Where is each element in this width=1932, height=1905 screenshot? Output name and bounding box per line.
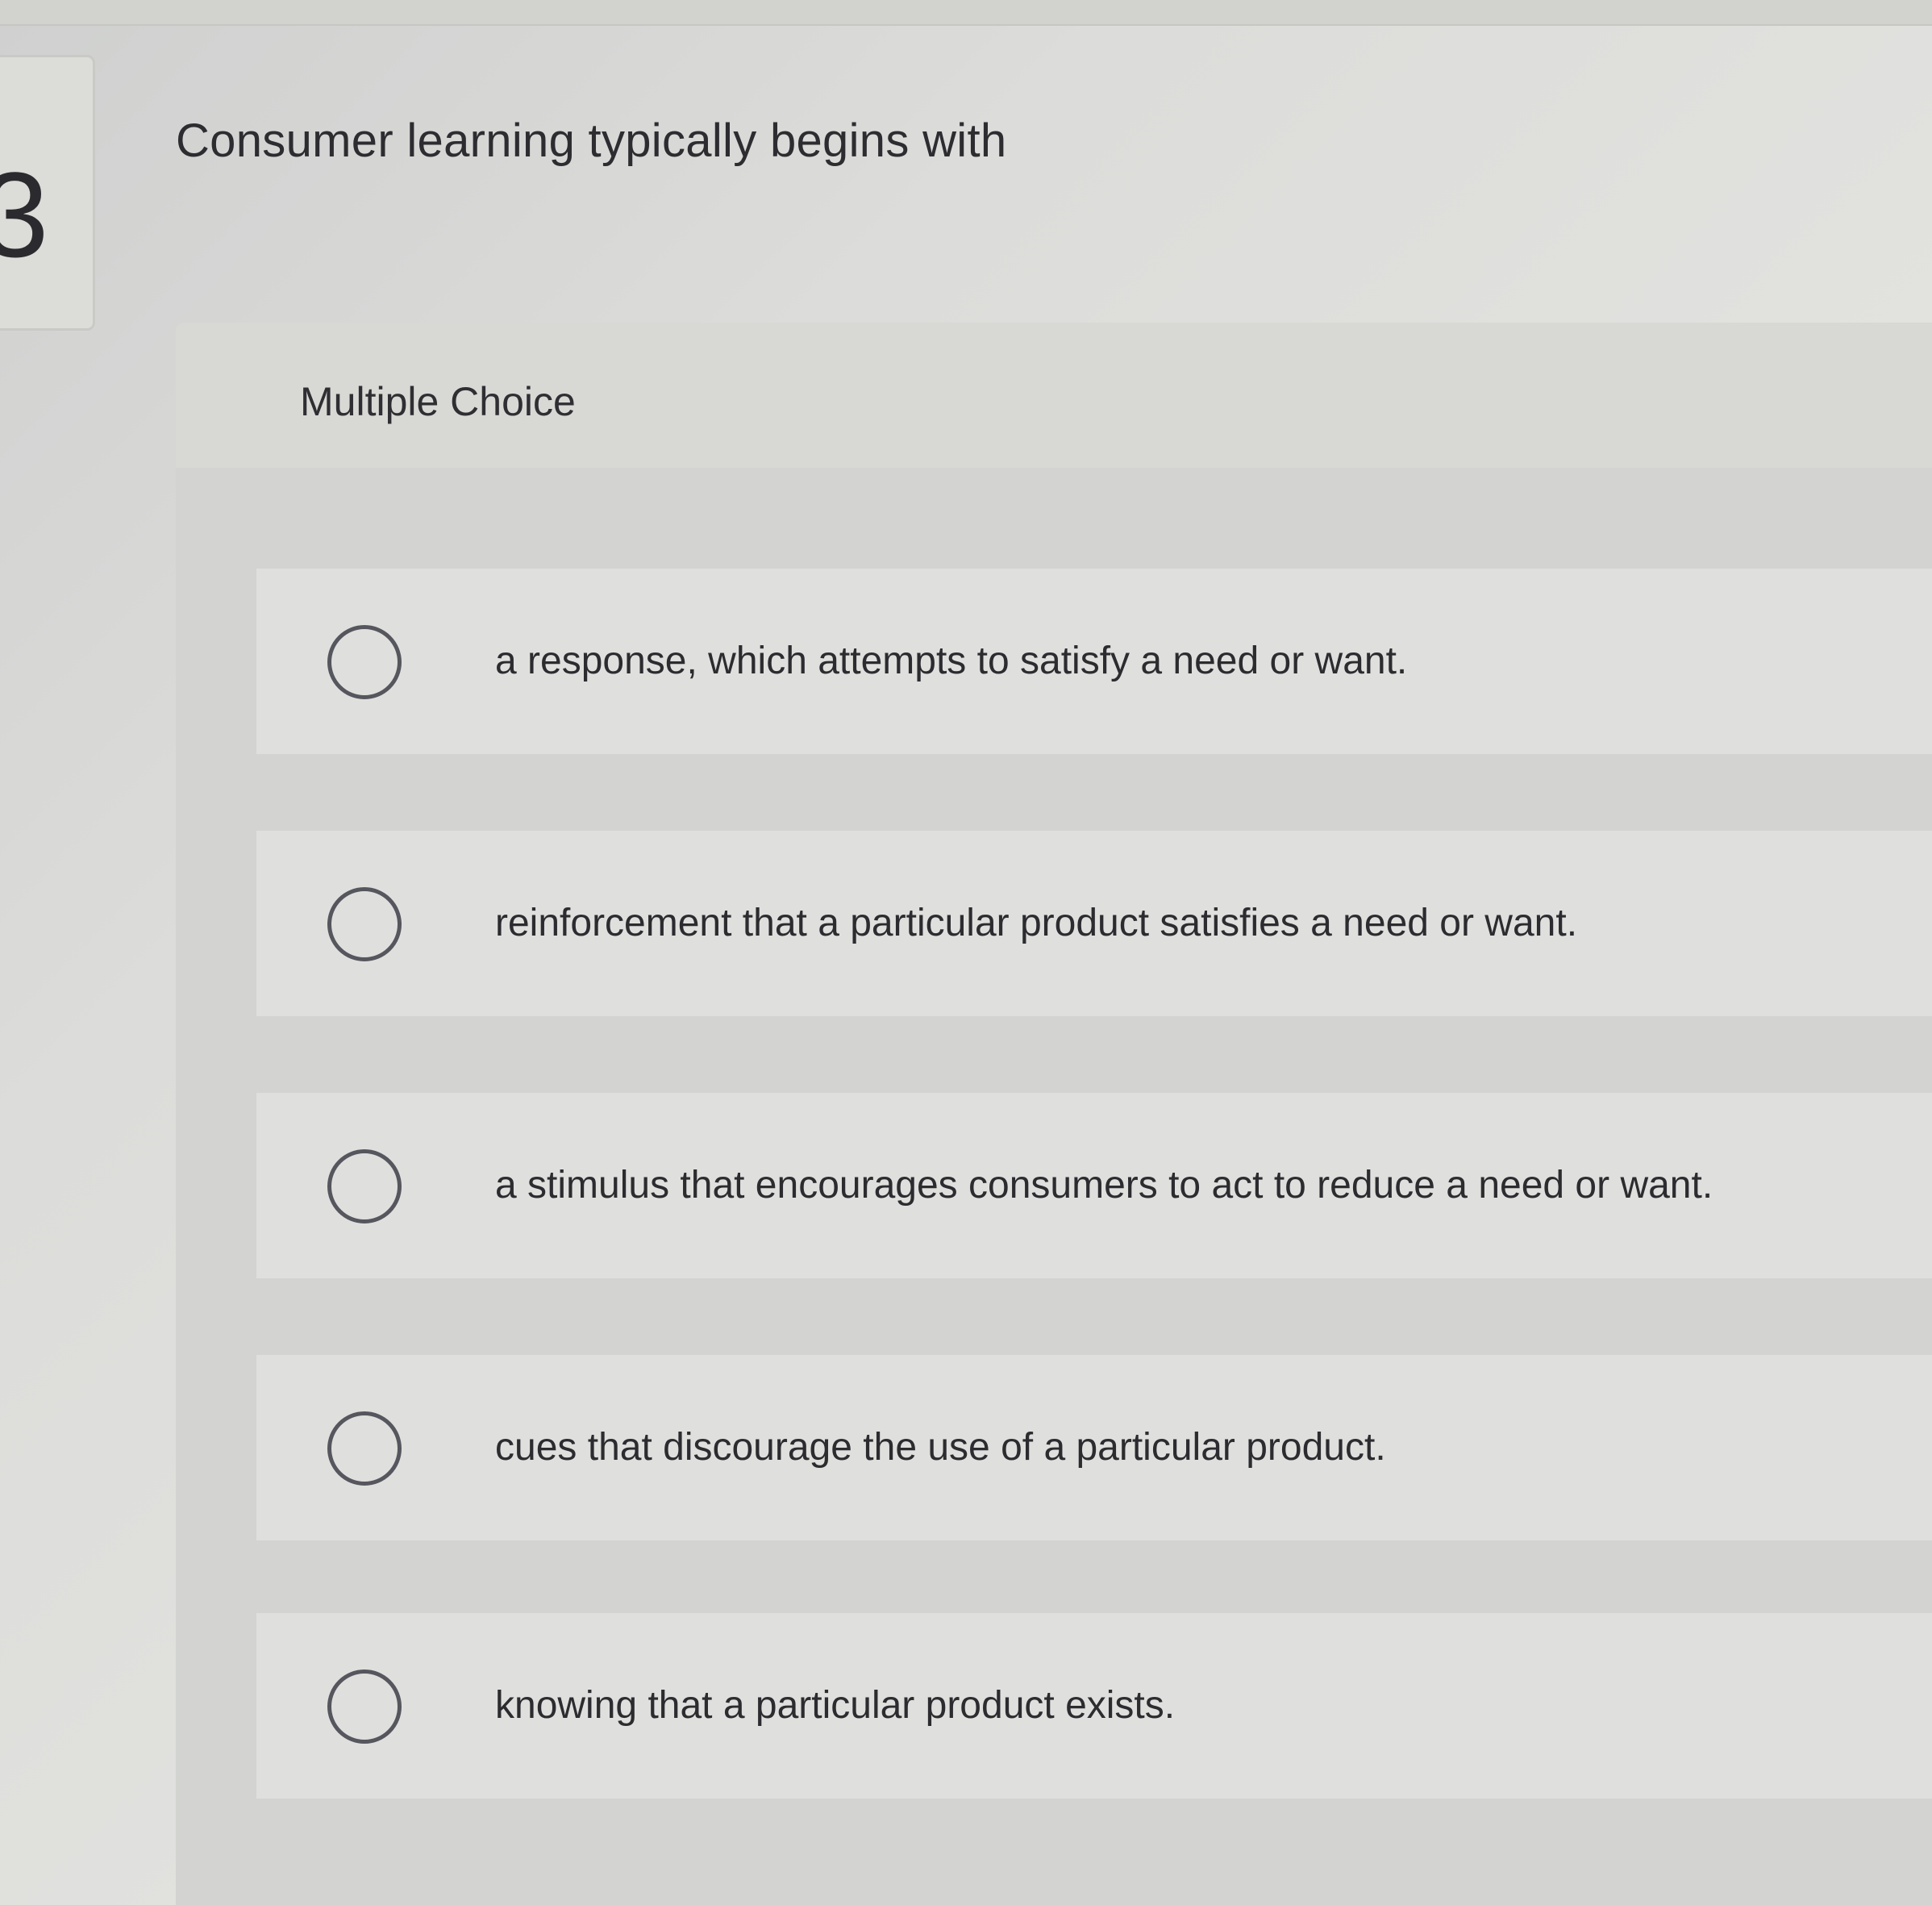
multiple-choice-title: Multiple Choice [300,379,576,424]
question-text: Consumer learning typically begins with [176,115,1007,167]
option-label-2: reinforcement that a particular product … [495,902,1578,944]
option-row-3[interactable]: a stimulus that encourages consumers to … [256,1093,1932,1278]
option-radio-4[interactable] [327,1411,402,1486]
option-row-2[interactable]: reinforcement that a particular product … [256,831,1932,1016]
option-radio-3[interactable] [327,1149,402,1223]
answer-panel: Multiple Choice a response, which attemp… [176,323,1932,1905]
option-row-4[interactable]: cues that discourage the use of a partic… [256,1355,1932,1540]
option-radio-5[interactable] [327,1669,402,1744]
option-row-1[interactable]: a response, which attempts to satisfy a … [256,569,1932,754]
question-number: 3 [0,154,48,275]
option-label-1: a response, which attempts to satisfy a … [495,640,1408,682]
option-label-3: a stimulus that encourages consumers to … [495,1164,1713,1207]
answer-panel-header: Multiple Choice [176,323,1932,468]
option-label-4: cues that discourage the use of a partic… [495,1426,1386,1469]
option-row-5[interactable]: knowing that a particular product exists… [256,1613,1932,1799]
option-radio-2[interactable] [327,887,402,961]
option-radio-1[interactable] [327,625,402,699]
top-strip [0,0,1932,26]
question-number-card: 3 [0,55,95,331]
option-label-5: knowing that a particular product exists… [495,1684,1176,1727]
